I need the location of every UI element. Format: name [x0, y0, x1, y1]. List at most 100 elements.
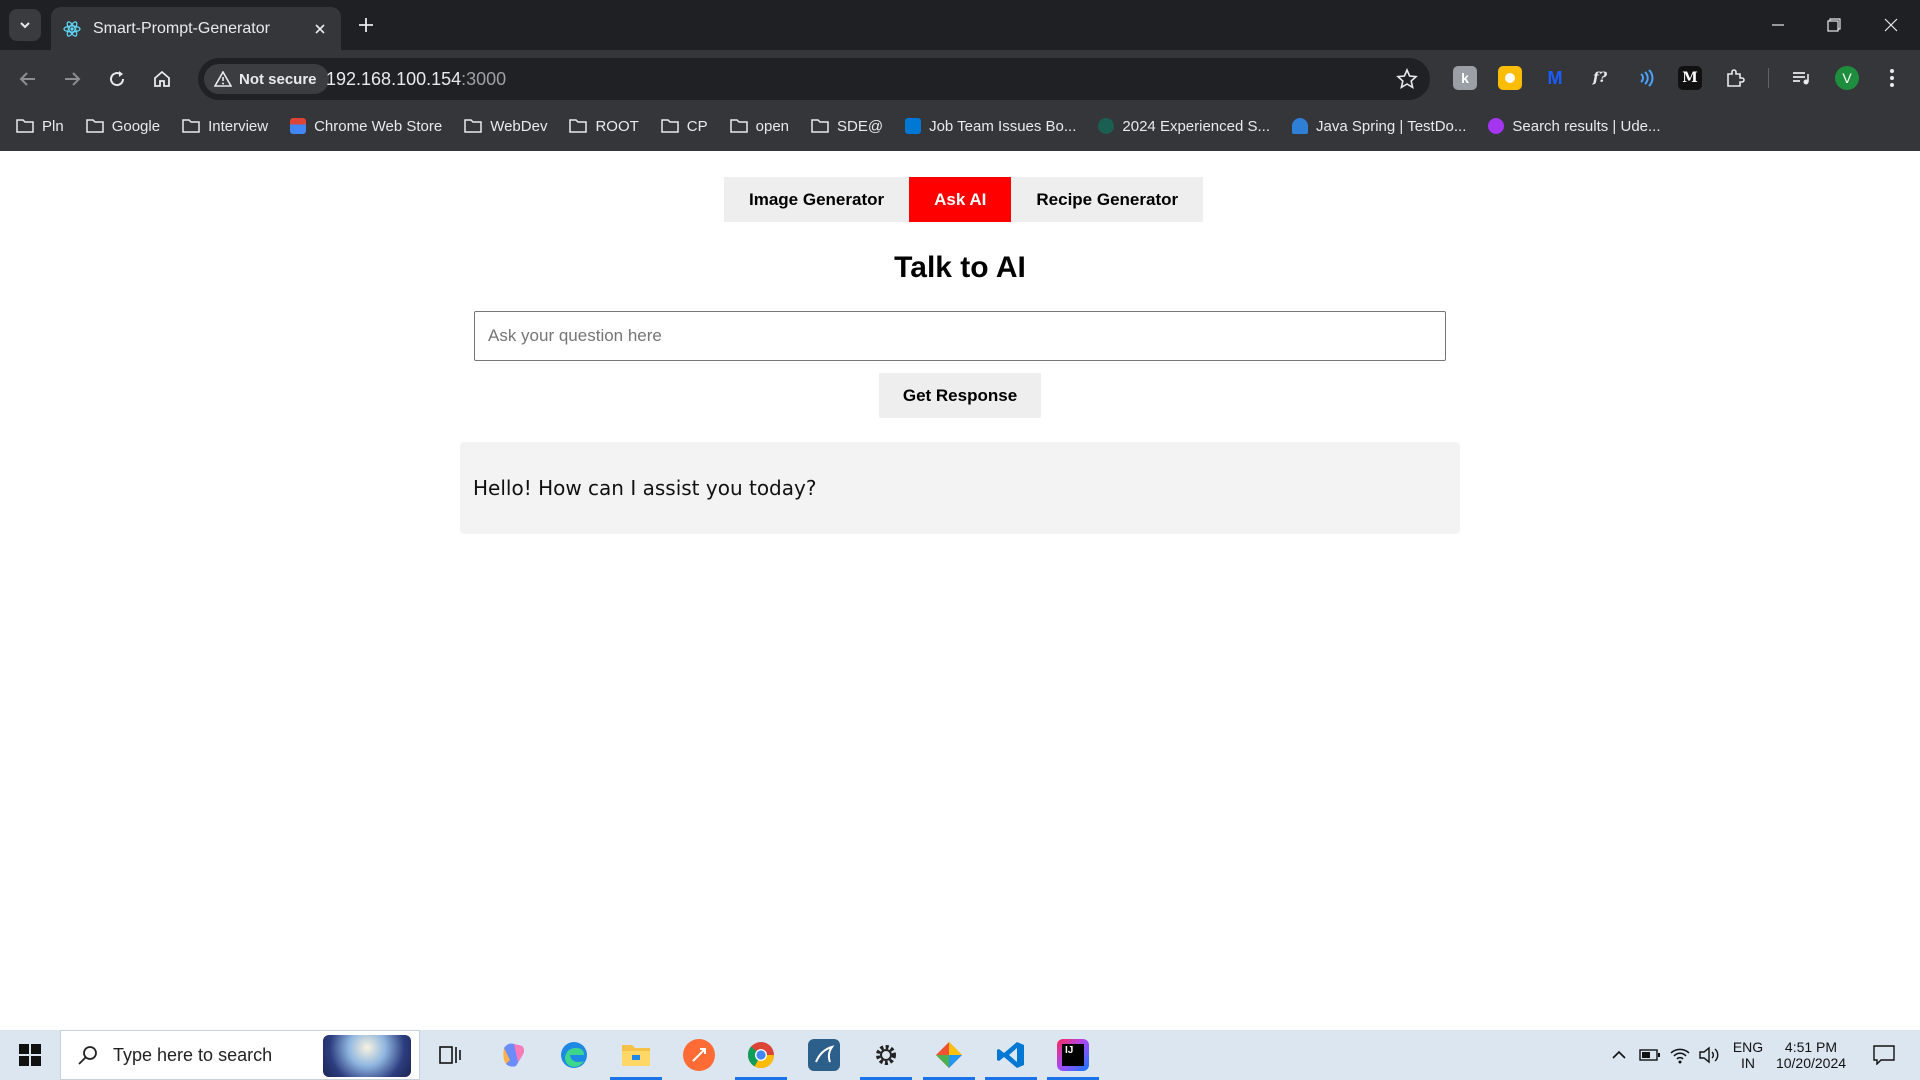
- region-code: IN: [1741, 1055, 1755, 1071]
- settings-gear-icon[interactable]: [870, 1039, 902, 1071]
- k-extension-icon[interactable]: k: [1453, 66, 1477, 90]
- edge-browser-icon[interactable]: [558, 1039, 590, 1071]
- vscode-icon[interactable]: [995, 1039, 1027, 1071]
- bookmark-item[interactable]: Chrome Web Store: [290, 118, 442, 135]
- bookmark-star-icon[interactable]: [1396, 68, 1418, 90]
- minimize-button[interactable]: [1749, 0, 1807, 50]
- m-extension-icon[interactable]: M: [1543, 66, 1567, 90]
- toolbar-separator: [1768, 68, 1769, 88]
- taskbar-search-box[interactable]: Type here to search: [60, 1030, 420, 1080]
- bookmark-item[interactable]: Search results | Ude...: [1488, 117, 1661, 135]
- browser-tab[interactable]: Smart-Prompt-Generator: [51, 7, 341, 50]
- chrome-web-store-icon: [290, 118, 307, 134]
- reload-icon: [110, 71, 125, 87]
- bookmark-item[interactable]: open: [729, 117, 790, 135]
- folder-icon: [16, 118, 34, 134]
- bookmark-label: open: [755, 117, 790, 135]
- bookmark-item[interactable]: SDE@: [811, 118, 883, 135]
- task-view-icon[interactable]: [434, 1039, 466, 1071]
- bookmark-item[interactable]: ROOT: [569, 118, 639, 135]
- question-input[interactable]: [474, 311, 1446, 361]
- new-tab-button[interactable]: [354, 13, 378, 37]
- extensions-puzzle-icon[interactable]: [1723, 66, 1747, 90]
- bookmark-item[interactable]: WebDev: [464, 118, 547, 135]
- bookmark-item[interactable]: 2024 Experienced S...: [1098, 118, 1270, 135]
- bookmark-label: Search results | Ude...: [1512, 117, 1661, 135]
- url-port: :3000: [461, 69, 507, 89]
- medium-extension-icon[interactable]: M: [1678, 66, 1702, 90]
- fx-extension-icon[interactable]: f?: [1588, 66, 1612, 90]
- close-window-button[interactable]: [1862, 0, 1920, 50]
- folder-icon: [661, 118, 679, 134]
- browser-menu-button[interactable]: [1880, 66, 1904, 90]
- file-explorer-icon[interactable]: [620, 1039, 652, 1071]
- restore-button[interactable]: [1805, 0, 1863, 50]
- close-tab-button[interactable]: [309, 18, 331, 40]
- wave-extension-icon[interactable]: [1633, 66, 1657, 90]
- folder-icon: [569, 118, 588, 134]
- start-button[interactable]: [0, 1030, 60, 1080]
- windows-logo-icon: [19, 1044, 41, 1066]
- language-indicator[interactable]: ENG IN: [1728, 1030, 1768, 1080]
- notification-icon: [1873, 1045, 1895, 1065]
- bookmark-item[interactable]: Google: [85, 118, 160, 135]
- response-text: Hello! How can I assist you today?: [473, 476, 817, 500]
- dot-icon: [1505, 73, 1515, 83]
- profile-avatar[interactable]: V: [1835, 66, 1859, 90]
- yellow-extension-icon[interactable]: [1498, 66, 1522, 90]
- arrow-left-icon: [19, 72, 35, 86]
- folder-icon: [464, 118, 482, 134]
- warning-icon: [214, 71, 232, 87]
- back-button[interactable]: [13, 64, 43, 94]
- language-code: ENG: [1732, 1039, 1764, 1055]
- page-title: Talk to AI: [894, 251, 1026, 284]
- address-bar[interactable]: Not secure 192.168.100.154:3000: [198, 58, 1430, 100]
- react-icon: [63, 20, 81, 38]
- windows-taskbar: Type here to search IJ ENG IN 4:51 PM 10…: [0, 1030, 1920, 1080]
- folder-icon: [85, 118, 104, 134]
- volume-icon[interactable]: [1697, 1030, 1721, 1080]
- site-info-button[interactable]: Not secure: [204, 64, 329, 94]
- bookmark-label: Pln: [42, 117, 64, 135]
- get-response-button[interactable]: Get Response: [879, 373, 1041, 418]
- bookmark-item[interactable]: Interview: [182, 118, 268, 135]
- postman-icon[interactable]: [683, 1039, 715, 1071]
- intellij-idea-icon[interactable]: IJ: [1057, 1039, 1089, 1071]
- bookmarks-bar: Pln Google Interview Chrome Web Store WebDev…: [0, 112, 1920, 140]
- show-hidden-icons-button[interactable]: [1607, 1030, 1631, 1080]
- reload-button[interactable]: [102, 64, 132, 94]
- tab-image-generator[interactable]: Image Generator: [724, 177, 910, 222]
- tab-recipe-generator[interactable]: Recipe Generator: [1011, 177, 1204, 222]
- bookmark-label: SDE@: [837, 117, 884, 135]
- bookmark-label: Chrome Web Store: [314, 117, 443, 135]
- site-icon: [1098, 118, 1115, 134]
- copilot-icon[interactable]: [497, 1039, 529, 1071]
- tab-search-button[interactable]: [9, 9, 41, 41]
- bookmark-item[interactable]: CP: [661, 118, 708, 135]
- tab-title: Smart-Prompt-Generator: [93, 19, 270, 37]
- mysql-workbench-icon[interactable]: [808, 1039, 840, 1071]
- page-content: Image Generator Ask AI Recipe Generator Ta…: [0, 151, 1920, 1030]
- minimize-icon: [1772, 24, 1784, 26]
- bookmark-item[interactable]: Pln: [16, 118, 64, 135]
- response-box: Hello! How can I assist you today?: [460, 442, 1460, 534]
- app-nav-tabs: Image Generator Ask AI Recipe Generator: [724, 177, 1204, 222]
- tab-ask-ai[interactable]: Ask AI: [909, 177, 1012, 222]
- home-button[interactable]: [147, 64, 177, 94]
- clock[interactable]: 4:51 PM 10/20/2024: [1768, 1030, 1854, 1080]
- tab-strip: Smart-Prompt-Generator: [0, 0, 1920, 50]
- bookmark-label: Interview: [208, 117, 269, 135]
- forward-button[interactable]: [57, 64, 87, 94]
- chrome-icon[interactable]: [745, 1039, 777, 1071]
- restore-icon: [1827, 18, 1841, 32]
- more-vertical-icon: [1890, 69, 1894, 87]
- bookmark-item[interactable]: Job Team Issues Bo...: [905, 118, 1076, 135]
- notifications-button[interactable]: [1864, 1030, 1904, 1080]
- bookmark-label: Java Spring | TestDo...: [1316, 117, 1467, 135]
- url-host: 192.168.100.154: [326, 69, 462, 89]
- battery-icon[interactable]: [1638, 1030, 1662, 1080]
- wifi-icon[interactable]: [1668, 1030, 1692, 1080]
- media-control-icon[interactable]: [1789, 66, 1813, 90]
- bookmark-item[interactable]: Java Spring | TestDo...: [1292, 118, 1466, 135]
- git-kraken-icon[interactable]: [933, 1039, 965, 1071]
